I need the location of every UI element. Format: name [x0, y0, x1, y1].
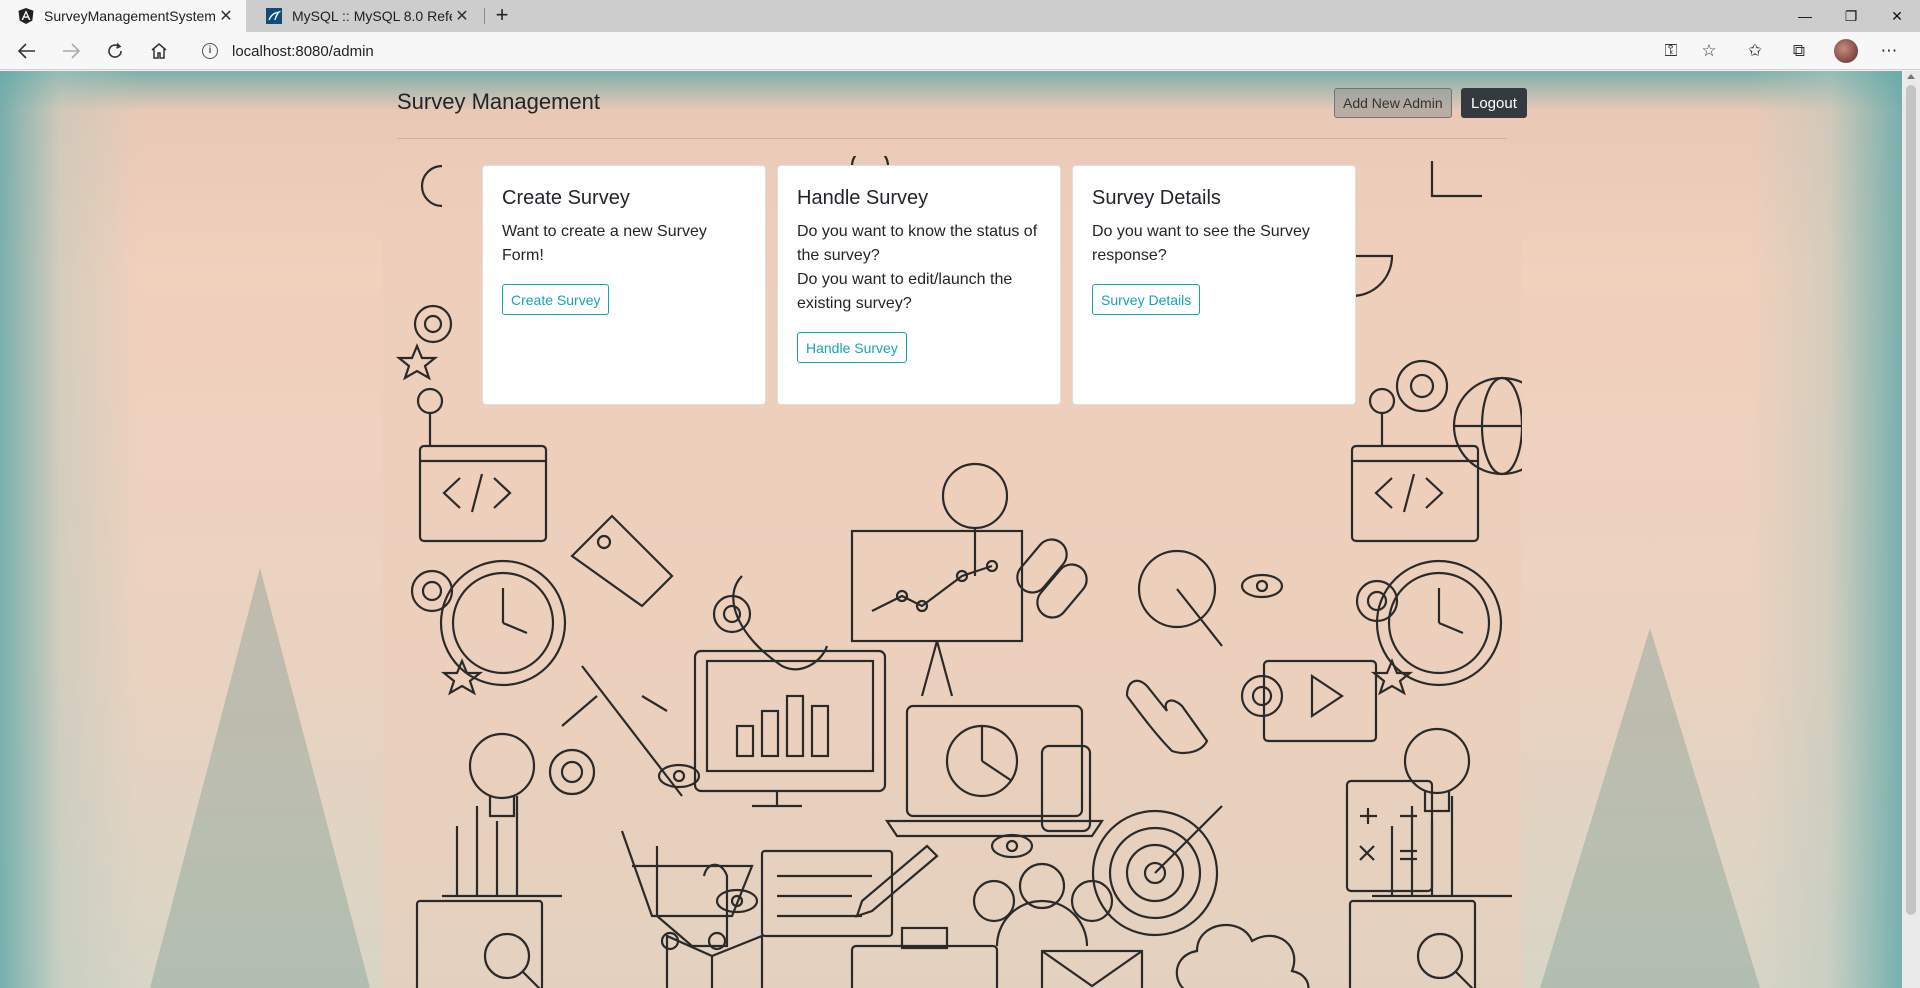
card-create-survey: Create Survey Want to create a new Surve…: [482, 165, 766, 405]
tab-mysql-reference[interactable]: MySQL :: MySQL 8.0 Reference M ✕: [248, 0, 482, 32]
mysql-icon: [266, 8, 282, 24]
tab-title: MySQL :: MySQL 8.0 Reference M: [292, 8, 452, 24]
card-text: Do you want to know the status of the su…: [797, 223, 1038, 264]
url-text[interactable]: localhost:8080/admin: [232, 43, 374, 60]
card-text: Do you want to edit/launch the existing …: [797, 271, 1013, 312]
favorites-icon[interactable]: ✩: [1742, 39, 1768, 63]
close-icon[interactable]: ✕: [216, 6, 236, 26]
forward-arrow-icon[interactable]: [56, 37, 86, 65]
main-container: Survey Management Add New Admin Logout C…: [382, 71, 1527, 988]
background-tree: [150, 568, 370, 988]
add-favorite-icon[interactable]: ☆: [1696, 39, 1722, 63]
key-icon[interactable]: ⚿: [1658, 39, 1684, 63]
browser-tab-bar: SurveyManagementSystem ✕ MySQL :: MySQL …: [0, 0, 1920, 32]
vertical-scrollbar[interactable]: [1902, 71, 1920, 988]
url-field[interactable]: i localhost:8080/admin: [190, 37, 1670, 65]
new-tab-plus-icon[interactable]: +: [490, 4, 514, 28]
survey-details-button[interactable]: Survey Details: [1092, 284, 1201, 315]
logout-button[interactable]: Logout: [1461, 88, 1527, 118]
add-new-admin-button[interactable]: Add New Admin: [1334, 88, 1452, 118]
back-arrow-icon[interactable]: [12, 37, 42, 65]
card-title: Survey Details: [1092, 187, 1221, 209]
card-survey-details: Survey Details Do you want to see the Su…: [1072, 165, 1356, 405]
handle-survey-button[interactable]: Handle Survey: [797, 332, 907, 363]
card-title: Create Survey: [502, 187, 630, 209]
page-viewport: Survey Management Add New Admin Logout C…: [0, 71, 1902, 988]
create-survey-button[interactable]: Create Survey: [502, 284, 610, 315]
collections-icon[interactable]: ⧉: [1786, 39, 1812, 63]
card-text: Want to create a new Survey Form!: [502, 223, 707, 264]
home-icon[interactable]: [144, 37, 174, 65]
site-info-icon[interactable]: i: [202, 43, 218, 59]
window-close-icon[interactable]: ✕: [1874, 0, 1920, 32]
address-bar-row: i localhost:8080/admin ⚿ ☆ ✩ ⧉ ⋯: [0, 32, 1920, 70]
close-icon[interactable]: ✕: [452, 6, 472, 26]
card-handle-survey: Handle Survey Do you want to know the st…: [777, 165, 1061, 405]
refresh-icon[interactable]: [100, 37, 130, 65]
background-tree: [1540, 628, 1760, 988]
tab-title: SurveyManagementSystem: [44, 8, 216, 24]
profile-avatar[interactable]: [1834, 39, 1858, 63]
brand-title[interactable]: Survey Management: [397, 89, 600, 115]
tab-separator: [484, 8, 485, 24]
scrollbar-thumb[interactable]: [1906, 85, 1916, 915]
app-header: Survey Management Add New Admin Logout: [397, 71, 1527, 139]
angular-icon: [18, 8, 34, 24]
restore-icon[interactable]: ❐: [1828, 0, 1874, 32]
card-text: Do you want to see the Survey response?: [1092, 223, 1310, 264]
more-menu-icon[interactable]: ⋯: [1876, 39, 1902, 63]
minimize-icon[interactable]: —: [1782, 0, 1828, 32]
scroll-up-arrow-icon[interactable]: [1907, 74, 1915, 79]
card-title: Handle Survey: [797, 187, 929, 209]
tab-survey-management[interactable]: SurveyManagementSystem ✕: [0, 0, 246, 32]
